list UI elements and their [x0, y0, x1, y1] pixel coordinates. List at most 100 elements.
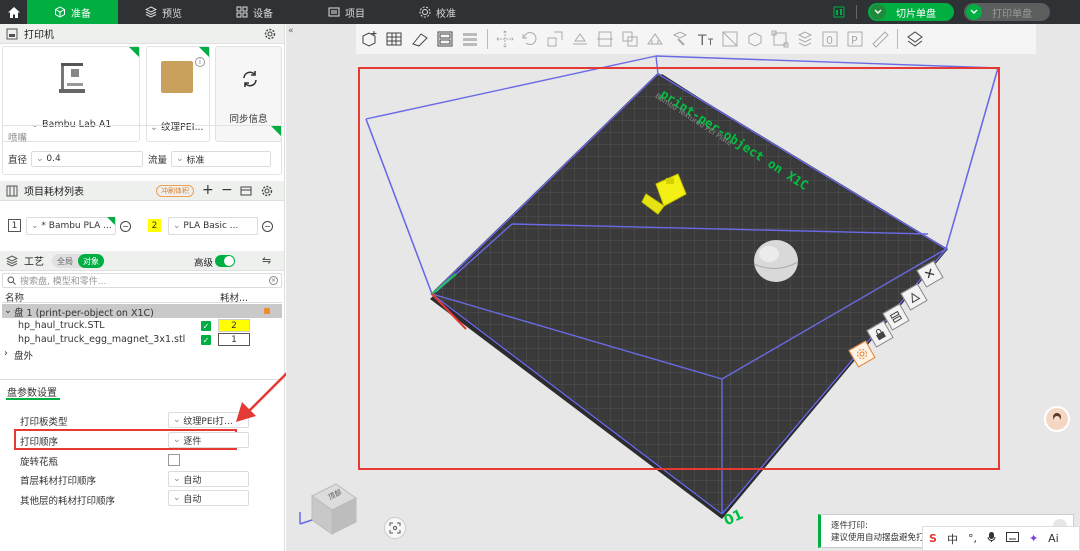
remove-filament-icon[interactable]: − — [221, 182, 233, 198]
object-list-header: 名称 耗材... — [2, 290, 282, 304]
section-title: 项目耗材列表 — [24, 187, 84, 198]
device-status-icon[interactable] — [833, 0, 845, 24]
flow-value: 标准 — [186, 155, 205, 166]
other-layers-order-value: 自动 — [183, 494, 202, 505]
col-name: 名称 — [5, 293, 25, 304]
add-filament-icon[interactable]: + — [202, 182, 214, 198]
advanced-label: 高级 — [194, 258, 214, 269]
keyboard-icon[interactable] — [1005, 532, 1019, 545]
clear-search-icon[interactable]: × — [269, 276, 278, 285]
col-filament: 耗材... — [220, 293, 249, 304]
nozzle-card — [2, 125, 282, 175]
tab-label: 预览 — [162, 8, 182, 20]
notification-body: 建议使用自动摆盘避免打 — [831, 533, 925, 543]
checkbox-checked[interactable]: ✓ — [201, 321, 211, 331]
flow-select[interactable]: ⌄ 标准 — [171, 151, 271, 167]
object-name: hp_haul_truck_egg_magnet_3x1.stl — [18, 334, 186, 345]
other-layers-order-label: 其他层的耗材打印顺序 — [20, 496, 116, 507]
filament-slot-index: 2 — [148, 219, 161, 232]
3d-viewport[interactable]: « T 0 P print-per-object on X1C Bambu Te… — [286, 24, 1080, 551]
ime-skin-icon[interactable]: ✦ — [1029, 532, 1038, 545]
tab-prepare[interactable]: 准备 — [27, 0, 118, 24]
settings-gear-icon[interactable] — [261, 185, 273, 200]
device-icon — [236, 6, 248, 18]
object-filament-index[interactable]: 2 — [218, 319, 250, 332]
spiral-vase-checkbox[interactable] — [168, 454, 180, 466]
chevron-down-icon[interactable] — [966, 4, 982, 20]
project-icon — [328, 7, 340, 17]
flow-label: 流量 — [148, 155, 168, 166]
section-title: 打印机 — [24, 30, 54, 41]
title-underline — [6, 398, 60, 400]
slice-plate-button[interactable]: 切片单盘 — [868, 3, 954, 21]
diameter-select[interactable]: ⌄ 0.4 — [31, 151, 143, 167]
flush-volume-badge[interactable]: 冲刷体积 — [156, 185, 194, 197]
filament-1-select[interactable]: ⌄ * Bambu PLA ... — [26, 217, 116, 235]
print-plate-button[interactable]: 打印单盘 — [964, 3, 1050, 21]
expand-chevron-icon[interactable]: ⌄ — [4, 305, 12, 316]
global-object-toggle[interactable]: 全局 对象 — [52, 254, 104, 268]
status-corner — [271, 126, 281, 136]
section-title: 工艺 — [24, 257, 44, 268]
object-name: hp_haul_truck.STL — [18, 320, 105, 331]
tab-preview[interactable]: 预览 — [145, 0, 182, 24]
search-input[interactable]: 搜索盘, 模型和零件... × — [2, 273, 282, 288]
assistant-avatar[interactable] — [1044, 406, 1070, 432]
first-layer-order-select[interactable]: ⌄ 自动 — [168, 471, 249, 487]
advanced-switch[interactable] — [215, 255, 235, 267]
chevron-down-icon[interactable] — [870, 4, 886, 20]
tab-device[interactable]: 设备 — [236, 0, 273, 24]
lock-icon[interactable] — [264, 308, 270, 314]
settings-gear-icon[interactable] — [264, 28, 276, 43]
plate-texture-icon — [161, 61, 193, 93]
print-sequence-label: 打印顺序 — [20, 437, 59, 448]
printer-icon — [6, 28, 18, 40]
object-row[interactable]: hp_haul_truck.STL ✓ 2 — [2, 319, 282, 333]
slice-button-label: 切片单盘 — [896, 8, 936, 20]
filament-list-icon — [6, 185, 18, 197]
checkbox-checked[interactable]: ✓ — [201, 335, 211, 345]
plate-type-value: 纹理PEI打... — [183, 416, 233, 427]
first-layer-order-label: 首层耗材打印顺序 — [20, 476, 97, 487]
print-sequence-select[interactable]: ⌄ 逐件 — [168, 432, 249, 448]
mic-icon[interactable] — [987, 531, 996, 546]
filament-name: PLA Basic ... — [183, 221, 239, 231]
ime-ai[interactable]: Ai — [1048, 532, 1059, 545]
remove-slot-icon[interactable]: − — [120, 221, 131, 232]
cube-icon — [55, 6, 65, 18]
ime-mode[interactable]: 中 — [947, 531, 958, 547]
search-placeholder: 搜索盘, 模型和零件... — [20, 277, 107, 287]
expand-chevron-icon[interactable]: › — [4, 348, 8, 359]
compare-icon[interactable]: ⇋ — [262, 254, 271, 267]
tab-project[interactable]: 项目 — [328, 0, 365, 24]
printer-section-header: 打印机 — [0, 24, 284, 44]
plate-row-label: 盘 1 (print-per-object on X1C) — [14, 308, 154, 319]
toggle-object[interactable]: 对象 — [78, 254, 104, 268]
filament-2-select[interactable]: ⌄ PLA Basic ... — [168, 217, 258, 235]
plate-settings-title: 盘参数设置 — [7, 388, 57, 399]
first-layer-order-value: 自动 — [183, 475, 202, 486]
tab-label: 项目 — [345, 8, 365, 20]
gear-icon — [419, 6, 431, 18]
filament-sync-icon[interactable] — [240, 185, 252, 200]
home-icon[interactable] — [0, 0, 28, 24]
sync-icon — [243, 71, 257, 87]
info-icon[interactable]: i — [195, 57, 205, 67]
tab-label: 准备 — [71, 8, 91, 20]
sync-label: 同步信息 — [229, 114, 268, 125]
tab-calibration[interactable]: 校准 — [419, 0, 456, 24]
filament-name: * Bambu PLA ... — [41, 221, 112, 231]
filament-slot-index: 1 — [8, 219, 21, 232]
other-layers-order-select[interactable]: ⌄ 自动 — [168, 490, 249, 506]
status-corner — [107, 217, 115, 225]
remove-slot-icon[interactable]: − — [262, 221, 273, 232]
ime-logo-icon[interactable]: S — [929, 532, 937, 545]
egg-model[interactable] — [753, 240, 799, 282]
toggle-global[interactable]: 全局 — [52, 254, 78, 268]
fit-view-icon[interactable] — [384, 517, 406, 539]
ime-punct[interactable]: °, — [968, 532, 977, 545]
plate-row[interactable]: ⌄ 盘 1 (print-per-object on X1C) — [2, 304, 282, 319]
tab-label: 校准 — [436, 8, 456, 20]
plate-type-label: 打印板类型 — [20, 417, 68, 428]
print-sequence-value: 逐件 — [183, 436, 202, 447]
